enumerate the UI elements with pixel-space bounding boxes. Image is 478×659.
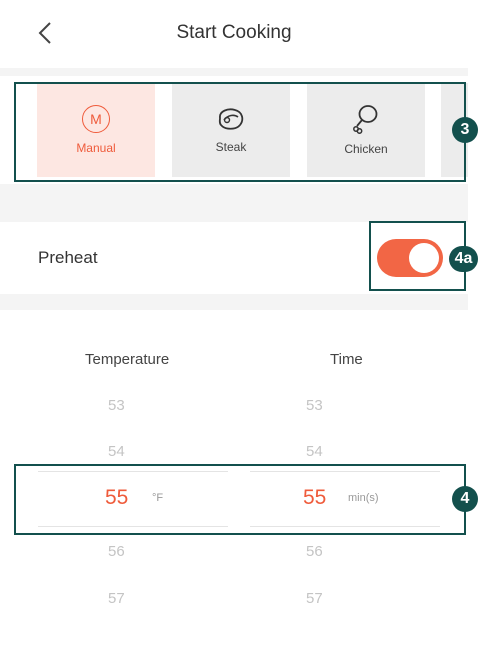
callout-box-modes (14, 82, 466, 182)
callout-box-picker (14, 464, 466, 535)
temperature-header: Temperature (85, 351, 170, 368)
time-option[interactable]: 54 (306, 443, 323, 460)
header-bar: Start Cooking (0, 0, 468, 68)
time-option[interactable]: 56 (306, 543, 323, 560)
callout-badge-modes: 3 (452, 117, 478, 143)
temperature-option[interactable]: 54 (108, 443, 125, 460)
temperature-option[interactable]: 57 (108, 590, 125, 607)
temperature-option[interactable]: 56 (108, 543, 125, 560)
callout-badge-picker: 4 (452, 486, 478, 512)
page-title: Start Cooking (176, 22, 292, 43)
temperature-option[interactable]: 53 (108, 397, 125, 414)
time-option[interactable]: 57 (306, 590, 323, 607)
preheat-label: Preheat (38, 248, 98, 267)
time-option[interactable]: 53 (306, 397, 323, 414)
time-header: Time (330, 351, 363, 368)
callout-badge-preheat: 4a (449, 246, 478, 272)
